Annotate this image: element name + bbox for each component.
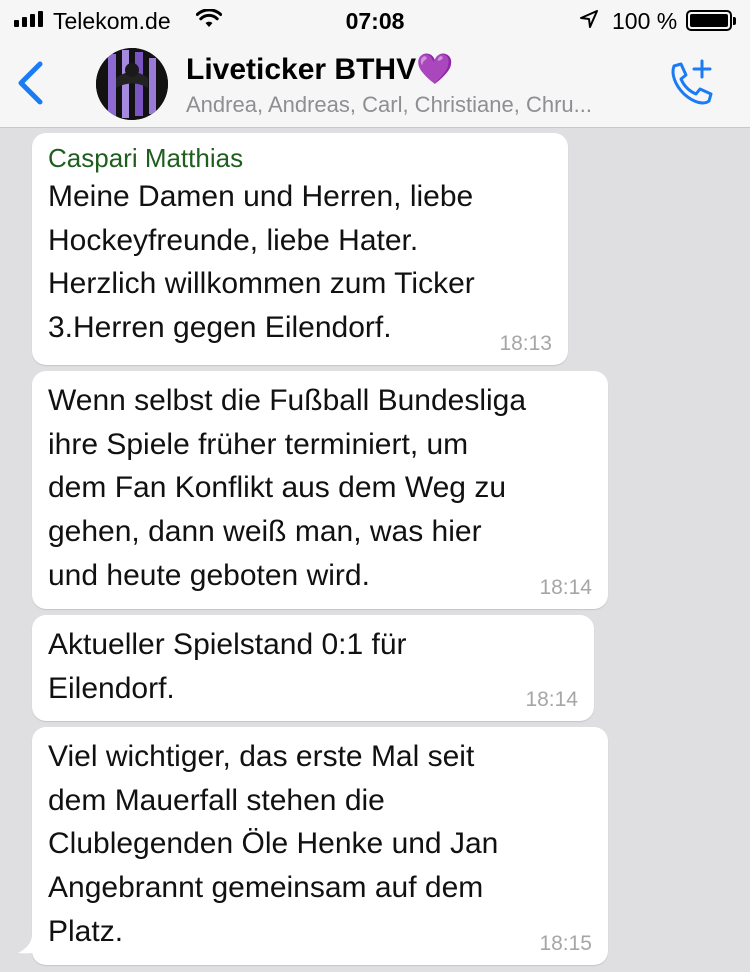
message-time: 18:14 <box>539 576 592 599</box>
message-text: Wenn selbst die Fußball Bundesliga ihre … <box>48 384 527 592</box>
phone-plus-icon[interactable] <box>664 58 716 108</box>
message-bubble[interactable]: Caspari Matthias Meine Damen und Herren,… <box>32 133 568 365</box>
message-time: 18:13 <box>499 332 552 355</box>
battery-percent: 100 % <box>612 8 678 34</box>
chevron-left-icon[interactable] <box>14 60 46 106</box>
chat-title-text: Liveticker BTHV <box>186 53 417 86</box>
message-text: Aktueller Spielstand 0:1 für Eilendorf. <box>48 628 407 705</box>
message-bubble[interactable]: Viel wichtiger, das erste Mal seit dem M… <box>32 727 608 965</box>
status-bar: Telekom.de 07:08 100 % <box>0 0 750 40</box>
battery-level <box>690 14 728 27</box>
message-time: 18:15 <box>539 932 592 955</box>
chat-participants[interactable]: Andrea, Andreas, Carl, Christiane, Chru.… <box>186 92 651 118</box>
battery-icon <box>686 10 736 31</box>
sender-name[interactable]: Caspari Matthias <box>48 141 552 175</box>
message-bubble[interactable]: Aktueller Spielstand 0:1 für Eilendorf. … <box>32 615 594 721</box>
message-list[interactable]: Caspari Matthias Meine Damen und Herren,… <box>0 129 750 972</box>
chat-header: Liveticker BTHV💜 Andrea, Andreas, Carl, … <box>0 40 750 128</box>
message-time: 18:14 <box>525 688 578 711</box>
group-avatar[interactable] <box>96 48 168 120</box>
message-text: Viel wichtiger, das erste Mal seit dem M… <box>48 740 499 948</box>
message-bubble[interactable]: Wenn selbst die Fußball Bundesliga ihre … <box>32 371 608 609</box>
chat-title[interactable]: Liveticker BTHV💜 <box>186 52 453 87</box>
message-text: Meine Damen und Herren, liebe Hockeyfreu… <box>48 180 475 345</box>
purple-heart-emoji: 💜 <box>416 53 454 86</box>
location-arrow-icon <box>580 10 598 28</box>
bubble-tail <box>18 935 48 954</box>
